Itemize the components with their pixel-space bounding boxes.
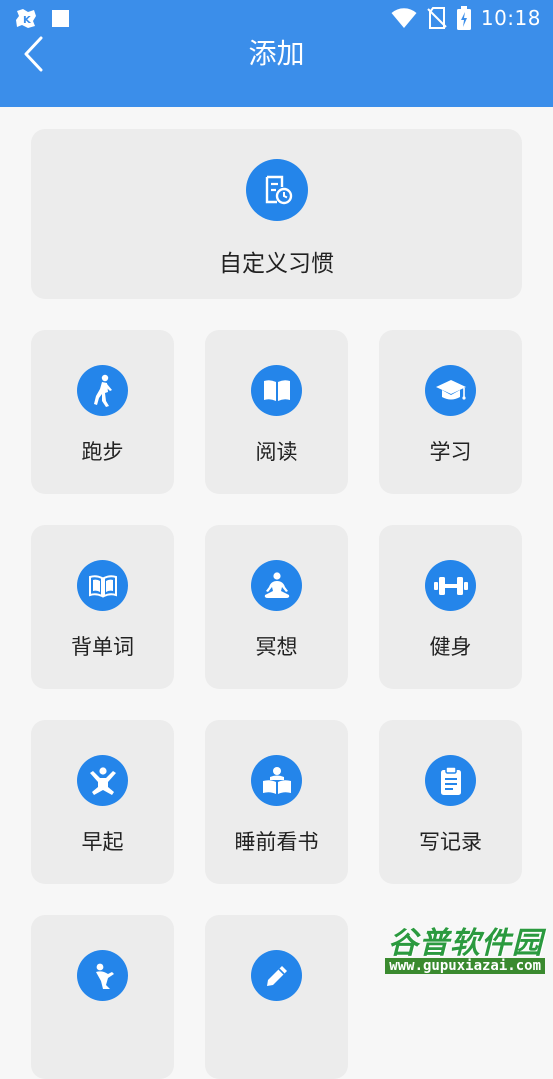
dumbbell-icon bbox=[425, 560, 476, 611]
habit-tile-yoga[interactable] bbox=[31, 915, 174, 1079]
site-watermark: 谷普软件园 www.gupuxiazai.com bbox=[347, 918, 547, 978]
battery-charging-icon bbox=[456, 6, 471, 30]
custom-habit-icon bbox=[246, 159, 308, 221]
habit-tile-journal[interactable]: 写记录 bbox=[379, 720, 522, 884]
habit-label: 写记录 bbox=[419, 830, 482, 854]
habit-label: 健身 bbox=[429, 635, 472, 659]
habit-tile-reading[interactable]: 阅读 bbox=[205, 330, 348, 494]
habit-label: 睡前看书 bbox=[234, 830, 319, 854]
clipboard-icon bbox=[425, 755, 476, 806]
status-time: 10:18 bbox=[480, 6, 541, 30]
page-title: 添加 bbox=[248, 37, 305, 70]
graduation-cap-icon bbox=[425, 365, 476, 416]
app-notification-icon: K bbox=[16, 9, 36, 28]
vocabulary-book-icon bbox=[77, 560, 128, 611]
reading-person-icon bbox=[251, 755, 302, 806]
habit-label: 冥想 bbox=[255, 635, 298, 659]
habit-tile-bedtime-reading[interactable]: 睡前看书 bbox=[205, 720, 348, 884]
habit-tile-running[interactable]: 跑步 bbox=[31, 330, 174, 494]
habit-label: 背单词 bbox=[71, 635, 134, 659]
habit-tile-writing[interactable] bbox=[205, 915, 348, 1079]
watermark-brand: 谷普软件园 bbox=[388, 926, 543, 961]
app-header: K 10:18 添加 bbox=[0, 0, 553, 107]
svg-text:K: K bbox=[23, 15, 32, 26]
yoga-pose-icon bbox=[77, 950, 128, 1001]
habit-label: 阅读 bbox=[255, 440, 298, 464]
habit-label: 学习 bbox=[429, 440, 472, 464]
nav-bar: 添加 bbox=[0, 36, 553, 107]
habit-tile-fitness[interactable]: 健身 bbox=[379, 525, 522, 689]
habit-tile-vocabulary[interactable]: 背单词 bbox=[31, 525, 174, 689]
running-icon bbox=[77, 365, 128, 416]
habit-label: 跑步 bbox=[81, 440, 124, 464]
meditation-icon bbox=[251, 560, 302, 611]
watermark-url: www.gupuxiazai.com bbox=[385, 958, 545, 974]
habit-tile-meditation[interactable]: 冥想 bbox=[205, 525, 348, 689]
book-open-icon bbox=[251, 365, 302, 416]
custom-habit-card[interactable]: 自定义习惯 bbox=[31, 129, 522, 299]
habit-label: 早起 bbox=[81, 830, 124, 854]
custom-habit-label: 自定义习惯 bbox=[219, 251, 334, 277]
habit-tile-study[interactable]: 学习 bbox=[379, 330, 522, 494]
stretch-person-icon bbox=[77, 755, 128, 806]
pencil-icon bbox=[251, 950, 302, 1001]
habit-tile-early-rise[interactable]: 早起 bbox=[31, 720, 174, 884]
notification-square-icon bbox=[52, 9, 69, 27]
wifi-icon bbox=[391, 8, 417, 28]
status-bar: K 10:18 bbox=[0, 0, 553, 36]
no-sim-icon bbox=[427, 7, 447, 29]
